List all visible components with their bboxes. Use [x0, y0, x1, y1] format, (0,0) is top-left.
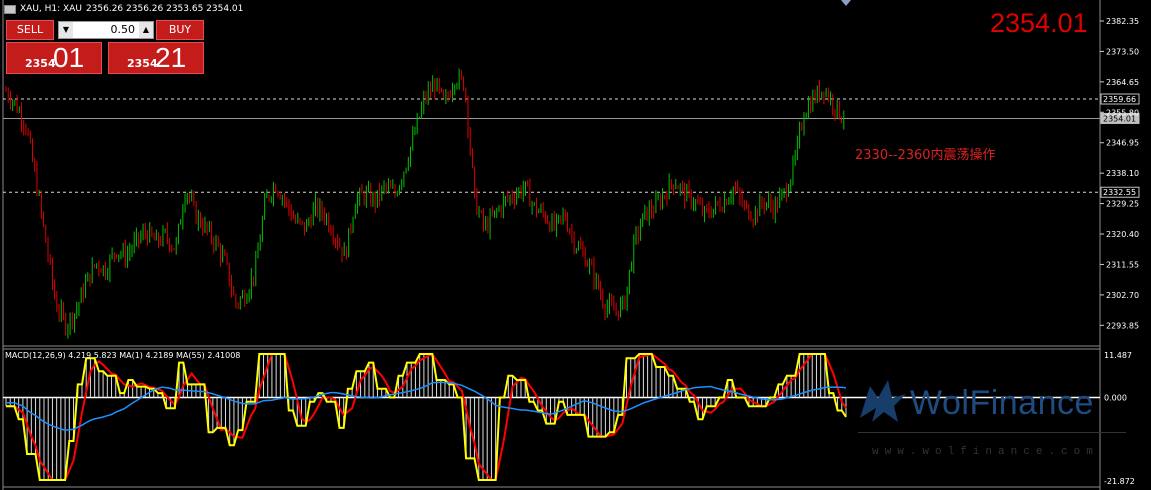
lot-size-input[interactable]: 0.50 — [73, 22, 139, 38]
sell-button[interactable]: SELL — [6, 20, 54, 40]
price-tick-label: 2320.40 — [1106, 230, 1139, 239]
symbol-info: XAU, H1: XAU — [20, 4, 82, 14]
ohlc-values: 2356.26 2356.26 2353.65 2354.01 — [85, 4, 244, 14]
macd-signal-line — [6, 352, 847, 481]
macd-main-line — [6, 353, 847, 481]
chart-menu-icon[interactable] — [4, 4, 16, 14]
lot-size-stepper[interactable]: ▼ 0.50 ▲ — [58, 21, 154, 39]
range-annotation: 2330--2360内震荡操作 — [855, 148, 996, 163]
price-tick-label: 2311.55 — [1106, 260, 1139, 269]
watermark-name: WolFinance — [910, 384, 1094, 422]
macd-axis-label: -21.872 — [1104, 477, 1135, 486]
one-click-trading-panel: SELL ▼ 0.50 ▲ BUY 2354 01 2354 21 — [6, 20, 204, 74]
price-level-label: 2332.55 — [1103, 188, 1136, 197]
price-tick-label: 2382.35 — [1106, 17, 1139, 26]
price-tick-label: 2373.50 — [1106, 47, 1139, 56]
watermark-logo: WolFinance www.wolfinance.com — [858, 372, 1126, 468]
sell-price-big: 01 — [53, 42, 85, 73]
last-price-display: 2354.01 — [990, 8, 1088, 38]
watermark-site: www.wolfinance.com — [872, 446, 1099, 458]
watermark-divider — [858, 432, 1126, 433]
increase-lot-icon[interactable]: ▲ — [139, 22, 153, 38]
price-tick-label: 2338.10 — [1106, 169, 1139, 178]
decrease-lot-icon[interactable]: ▼ — [59, 22, 73, 38]
price-tick-label: 2302.70 — [1106, 291, 1139, 300]
candlestick-series — [5, 68, 845, 339]
price-tick-label: 2293.85 — [1106, 321, 1139, 330]
price-level-label: 2359.66 — [1103, 95, 1136, 104]
price-tick-label: 2355.80 — [1106, 108, 1139, 117]
macd-axis-label: 11.487 — [1104, 351, 1132, 360]
buy-price-button[interactable]: 2354 21 — [108, 42, 204, 74]
trading-chart-window: 2359.66 2354.01 2332.55 2382.35 2373.50 2364… — [0, 0, 1151, 490]
price-tick-label: 2329.25 — [1106, 200, 1139, 209]
price-axis: 2382.35 2373.50 2364.65 2355.80 2346.95 2338.… — [1100, 17, 1139, 330]
buy-button[interactable]: BUY — [156, 20, 204, 40]
shift-marker-icon[interactable] — [841, 0, 851, 6]
sell-price-button[interactable]: 2354 01 — [6, 42, 102, 74]
macd-ma-line — [6, 381, 847, 431]
macd-label: MACD(12,26,9) 4.219 5.823 MA(1) 4.2189 M… — [5, 351, 241, 360]
sell-price-small: 2354 — [25, 57, 56, 70]
price-tick-label: 2364.65 — [1106, 78, 1139, 87]
buy-price-big: 21 — [155, 42, 187, 73]
price-tick-label: 2346.95 — [1106, 139, 1139, 148]
chart-header: XAU, H1: XAU 2356.26 2356.26 2353.65 235… — [4, 4, 243, 14]
buy-price-small: 2354 — [127, 57, 158, 70]
wolf-logo-icon — [860, 380, 906, 422]
